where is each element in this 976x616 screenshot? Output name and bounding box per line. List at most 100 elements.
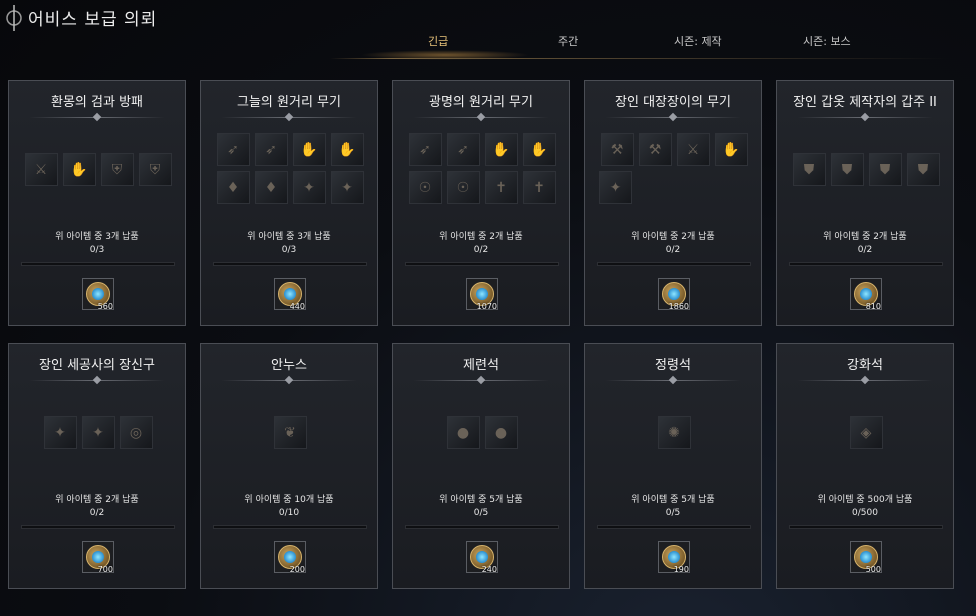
cross-icon[interactable]: ✝ [484,171,518,204]
request-card[interactable]: 안누스 ❦ 위 아이템 중 10개 납품 0/10 200 [200,343,378,589]
divider-ornament-icon [92,112,102,122]
card-title: 장인 세공사의 장신구 [39,358,155,373]
reward-slot[interactable]: 1070 [466,278,498,311]
claw-icon[interactable]: ✦ [43,416,77,449]
request-card[interactable]: 장인 갑옷 제작자의 갑주 II ⛊ ⛊ ⛊ ⛊ 위 아이템 중 2개 납품 0/2 810 [776,80,954,326]
gauntlet-icon[interactable]: ✋ [522,133,556,166]
header: 어비스 보급 의뢰 긴급 주간 시즌: 제작 시즌: 보스 [0,0,976,62]
tab-weekly[interactable]: 주간 [558,33,578,49]
request-card[interactable]: 제련석 ● ● 위 아이템 중 5개 납품 0/5 240 [392,343,570,589]
requirement-text: 위 아이템 중 2개 납품 [823,232,907,242]
required-items: ⛊ ⛊ ⛊ ⛊ [791,133,941,215]
reward-slot[interactable]: 810 [850,278,882,311]
reward-amount: 810 [865,302,881,311]
reward-slot[interactable]: 200 [274,541,306,574]
reward-amount: 700 [97,565,113,574]
cross-icon[interactable]: ✝ [522,171,556,204]
progress-bar [597,262,751,266]
spirit-stone-icon[interactable]: ✺ [657,416,691,449]
required-items: ✺ [599,396,749,478]
reward-slot[interactable]: 240 [466,541,498,574]
blade-icon[interactable]: ⚔ [24,153,58,186]
mask-icon[interactable]: ☉ [446,171,480,204]
bow-icon[interactable]: ➶ [408,133,442,166]
divider-ornament-icon [476,112,486,122]
progress-bar [21,525,175,529]
card-title: 광명의 원거리 무기 [429,95,533,110]
requirement-text: 위 아이템 중 2개 납품 [55,495,139,505]
mask-icon[interactable]: ☉ [408,171,442,204]
reward-slot[interactable]: 1860 [658,278,690,311]
tab-season-craft[interactable]: 시즌: 제작 [674,33,722,49]
reward-slot[interactable]: 700 [82,541,114,574]
reward-slot[interactable]: 560 [82,278,114,311]
required-items: ✦ ✦ ◎ [23,396,173,478]
gauntlet-icon[interactable]: ✋ [714,133,748,166]
blade-icon[interactable]: ⚔ [676,133,710,166]
request-card[interactable]: 장인 대장장이의 무기 ⚒ ⚒ ⚔ ✋ ✦ 위 아이템 중 2개 납품 0/2 1860 [584,80,762,326]
claw-icon[interactable]: ✦ [292,171,326,204]
progress-count: 0/10 [278,508,300,518]
bow-icon[interactable]: ➶ [216,133,250,166]
armor-icon[interactable]: ⛊ [792,153,826,186]
progress-bar [405,525,559,529]
reward-amount: 500 [865,565,881,574]
gauntlet-icon[interactable]: ✋ [62,153,96,186]
orb-icon[interactable]: ● [446,416,480,449]
divider-ornament-icon [668,112,678,122]
card-title: 장인 대장장이의 무기 [615,95,731,110]
armor-icon[interactable]: ⛊ [906,153,940,186]
request-card[interactable]: 광명의 원거리 무기 ➶ ➶ ✋ ✋ ☉ ☉ ✝ ✝ 위 아이템 중 2개 납품 0/2 1070 [392,80,570,326]
shield-icon[interactable]: ⛨ [100,153,134,186]
progress-count: 0/2 [857,245,873,255]
requirement-text: 위 아이템 중 3개 납품 [55,232,139,242]
requirement-text: 위 아이템 중 2개 납품 [439,232,523,242]
reward-amount: 440 [289,302,305,311]
card-title: 정령석 [655,358,691,373]
gauntlet-icon[interactable]: ✋ [484,133,518,166]
enhance-stone-icon[interactable]: ◈ [849,416,883,449]
divider-ornament-icon [476,375,486,385]
progress-count: 0/2 [665,245,681,255]
orb-icon[interactable]: ● [484,416,518,449]
reward-slot[interactable]: 190 [658,541,690,574]
card-title: 장인 갑옷 제작자의 갑주 II [793,95,937,110]
reward-amount: 560 [97,302,113,311]
required-items: ➶ ➶ ✋ ✋ ☉ ☉ ✝ ✝ [407,133,557,215]
reward-amount: 1070 [476,302,497,311]
claw-icon[interactable]: ✦ [330,171,364,204]
reward-slot[interactable]: 440 [274,278,306,311]
request-card[interactable]: 강화석 ◈ 위 아이템 중 500개 납품 0/500 500 [776,343,954,589]
gauntlet-icon[interactable]: ✋ [292,133,326,166]
feather-icon[interactable]: ❦ [273,416,307,449]
axe-icon[interactable]: ⚒ [638,133,672,166]
bow-icon[interactable]: ➶ [254,133,288,166]
requirement-text: 위 아이템 중 10개 납품 [244,495,334,505]
armor-icon[interactable]: ⛊ [868,153,902,186]
spike-icon[interactable]: ♦ [216,171,250,204]
coin-gem [860,288,872,300]
request-card[interactable]: 정령석 ✺ 위 아이템 중 5개 납품 0/5 190 [584,343,762,589]
tab-season-boss[interactable]: 시즌: 보스 [803,33,851,49]
request-card[interactable]: 장인 세공사의 장신구 ✦ ✦ ◎ 위 아이템 중 2개 납품 0/2 700 [8,343,186,589]
requirement-text: 위 아이템 중 5개 납품 [439,495,523,505]
gauntlet-icon[interactable]: ✋ [330,133,364,166]
request-card[interactable]: 환몽의 검과 방패 ⚔ ✋ ⛨ ⛨ 위 아이템 중 3개 납품 0/3 560 [8,80,186,326]
required-items: ◈ [791,396,941,478]
divider-ornament-icon [284,375,294,385]
axe-icon[interactable]: ⚒ [600,133,634,166]
requirement-text: 위 아이템 중 500개 납품 [817,495,913,505]
bow-icon[interactable]: ➶ [446,133,480,166]
progress-bar [789,262,943,266]
tab-urgent[interactable]: 긴급 [428,33,448,49]
reward-slot[interactable]: 500 [850,541,882,574]
progress-bar [789,525,943,529]
claw-icon[interactable]: ✦ [81,416,115,449]
spike-icon[interactable]: ♦ [254,171,288,204]
shield-icon[interactable]: ⛨ [138,153,172,186]
card-title: 제련석 [463,358,499,373]
armor-icon[interactable]: ⛊ [830,153,864,186]
request-card[interactable]: 그늘의 원거리 무기 ➶ ➶ ✋ ✋ ♦ ♦ ✦ ✦ 위 아이템 중 3개 납품 0/3 440 [200,80,378,326]
claw-icon[interactable]: ✦ [599,171,632,204]
ring-icon[interactable]: ◎ [119,416,153,449]
